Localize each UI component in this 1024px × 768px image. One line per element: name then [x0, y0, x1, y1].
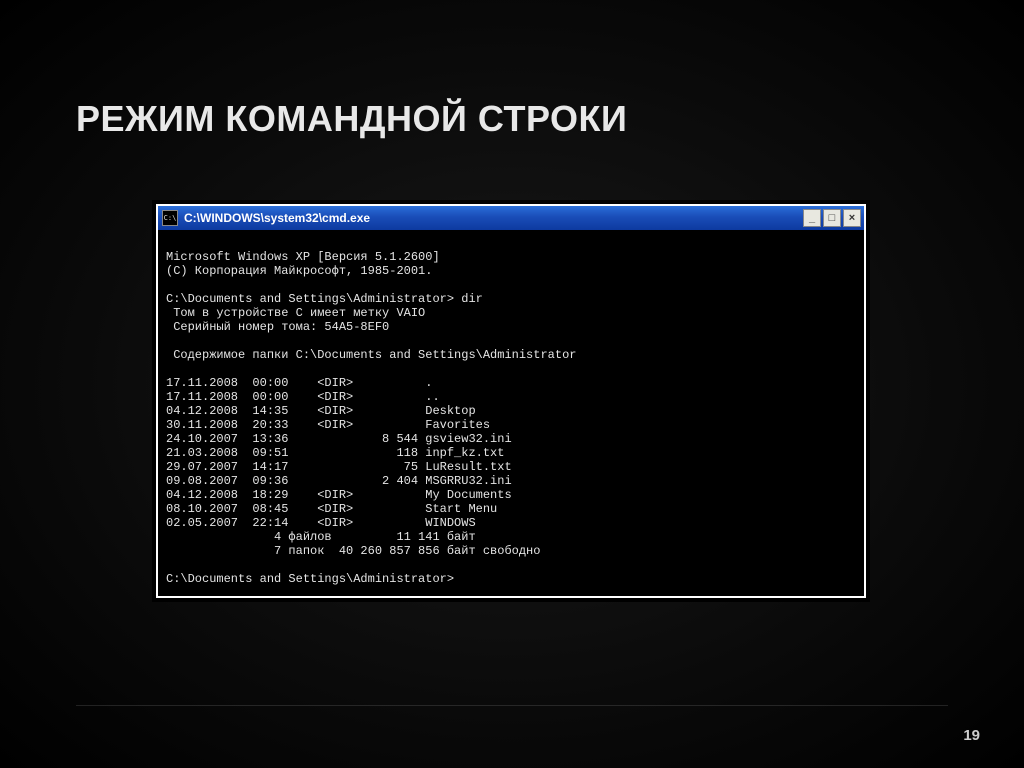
maximize-button[interactable]: □: [823, 209, 841, 227]
terminal-line: 17.11.2008 00:00 <DIR> ..: [166, 390, 440, 404]
terminal-line: 7 папок 40 260 857 856 байт свободно: [166, 544, 540, 558]
terminal-line: 29.07.2007 14:17 75 LuResult.txt: [166, 460, 512, 474]
terminal-prompt: C:\Documents and Settings\Administrator>: [166, 572, 454, 586]
terminal-line: 08.10.2007 08:45 <DIR> Start Menu: [166, 502, 497, 516]
terminal-line: Серийный номер тома: 54A5-8EF0: [166, 320, 389, 334]
terminal-line: 17.11.2008 00:00 <DIR> .: [166, 376, 432, 390]
slide-number: 19: [963, 727, 980, 744]
slide-divider: [76, 705, 948, 706]
window-controls: _ □ ×: [803, 209, 861, 227]
terminal-line: Microsoft Windows XP [Версия 5.1.2600]: [166, 250, 440, 264]
terminal-line: 30.11.2008 20:33 <DIR> Favorites: [166, 418, 490, 432]
cmd-icon: C:\: [162, 210, 178, 226]
terminal-line: Содержимое папки C:\Documents and Settin…: [166, 348, 576, 362]
terminal-line: 24.10.2007 13:36 8 544 gsview32.ini: [166, 432, 512, 446]
terminal-line: 21.03.2008 09:51 118 inpf_kz.txt: [166, 446, 504, 460]
cmd-window: C:\ C:\WINDOWS\system32\cmd.exe _ □ × Mi…: [156, 204, 866, 598]
terminal-line: Том в устройстве C имеет метку VAIO: [166, 306, 425, 320]
terminal-line: C:\Documents and Settings\Administrator>…: [166, 292, 483, 306]
slide-title: РЕЖИМ КОМАНДНОЙ СТРОКИ: [76, 98, 627, 140]
terminal-output[interactable]: Microsoft Windows XP [Версия 5.1.2600] (…: [158, 230, 864, 596]
terminal-line: 4 файлов 11 141 байт: [166, 530, 476, 544]
terminal-line: 04.12.2008 18:29 <DIR> My Documents: [166, 488, 512, 502]
window-titlebar[interactable]: C:\ C:\WINDOWS\system32\cmd.exe _ □ ×: [158, 206, 864, 230]
terminal-line: (С) Корпорация Майкрософт, 1985-2001.: [166, 264, 432, 278]
minimize-button[interactable]: _: [803, 209, 821, 227]
terminal-line: 04.12.2008 14:35 <DIR> Desktop: [166, 404, 476, 418]
terminal-line: 09.08.2007 09:36 2 404 MSGRRU32.ini: [166, 474, 512, 488]
terminal-line: 02.05.2007 22:14 <DIR> WINDOWS: [166, 516, 476, 530]
window-title: C:\WINDOWS\system32\cmd.exe: [184, 211, 370, 225]
close-button[interactable]: ×: [843, 209, 861, 227]
